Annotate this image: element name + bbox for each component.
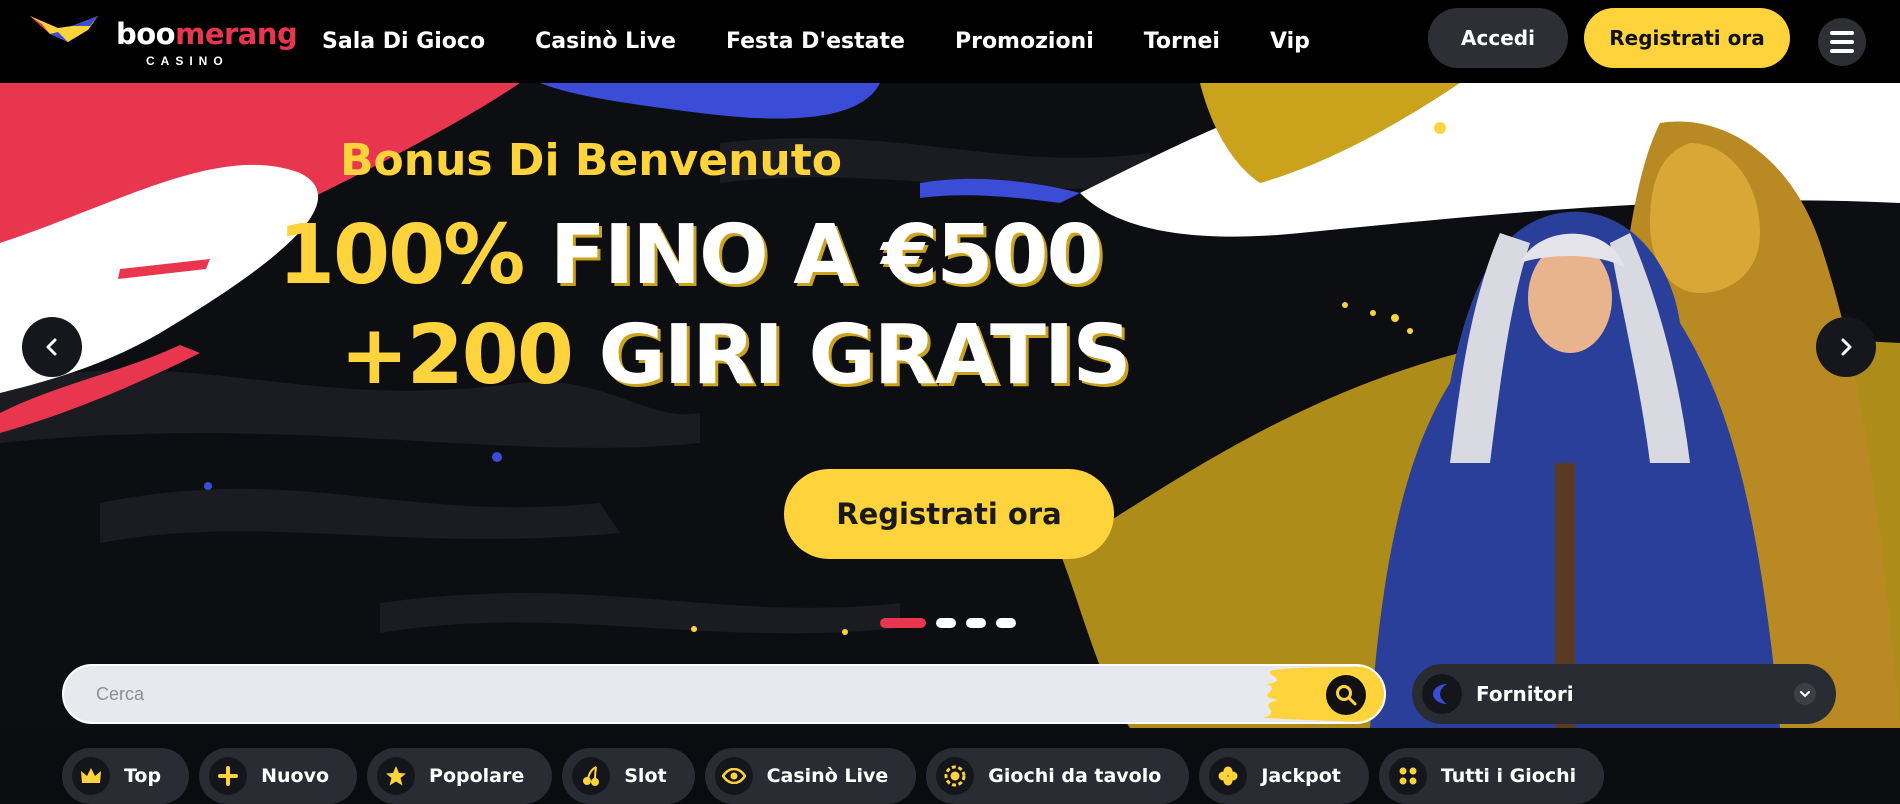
top-header: boomerang CASINO Sala Di Gioco Casinò Li…: [0, 0, 1900, 83]
game-search-bar: [62, 664, 1386, 724]
boomerang-logo-icon: [30, 16, 98, 42]
nav-item-festa-destate[interactable]: Festa D'estate: [726, 29, 905, 54]
category-label: Nuovo: [261, 765, 330, 787]
login-button[interactable]: Accedi: [1428, 8, 1568, 68]
nav-item-casino-live[interactable]: Casinò Live: [535, 29, 676, 54]
category-label: Giochi da tavolo: [988, 765, 1162, 787]
carousel-next-button[interactable]: [1816, 317, 1876, 377]
search-input[interactable]: [64, 666, 1264, 722]
nav-item-promozioni[interactable]: Promozioni: [955, 29, 1094, 54]
category-tabs: Top Nuovo Popolare Slot Casinò Live Gioc…: [62, 748, 1605, 804]
hero-free-spins-label: GIRI GRATIS: [598, 308, 1131, 403]
hero-subtitle: Bonus Di Benvenuto: [340, 135, 842, 186]
cherry-icon: [572, 757, 611, 795]
category-tab-slot[interactable]: Slot: [562, 748, 695, 804]
brand-wordmark-white: boo: [116, 17, 176, 51]
carousel-prev-button[interactable]: [22, 317, 82, 377]
hamburger-icon-bar: [1830, 40, 1854, 44]
hero-banner: Bonus Di Benvenuto 100% FINO A €500 +200…: [0, 83, 1900, 728]
hero-background-art: [0, 83, 1900, 728]
star-icon: [377, 757, 416, 795]
hamburger-menu-button[interactable]: [1818, 18, 1866, 66]
plus-icon: [209, 757, 248, 795]
chevron-right-icon: [1841, 338, 1852, 356]
hero-bonus-percent: 100%: [278, 208, 525, 303]
category-label: Popolare: [429, 765, 525, 787]
category-tab-giochi-da-tavolo[interactable]: Giochi da tavolo: [926, 748, 1190, 804]
category-tab-tutti-i-giochi[interactable]: Tutti i Giochi: [1378, 748, 1605, 804]
brand-wordmark: boomerang: [116, 17, 298, 51]
brand-tagline: CASINO: [146, 54, 229, 68]
category-tab-jackpot[interactable]: Jackpot: [1199, 748, 1369, 804]
brand-logo[interactable]: boomerang CASINO: [28, 12, 298, 70]
providers-dropdown[interactable]: Fornitori: [1412, 664, 1836, 724]
category-tab-casino-live[interactable]: Casinò Live: [704, 748, 917, 804]
carousel-dot-3[interactable]: [966, 618, 986, 628]
grid-dots-icon: [1388, 757, 1427, 795]
category-label: Slot: [624, 765, 667, 787]
category-label: Casinò Live: [766, 765, 889, 787]
carousel-dot-4[interactable]: [996, 618, 1016, 628]
chip-icon: [936, 757, 975, 795]
carousel-pagination: [880, 618, 1016, 628]
chevron-left-icon: [46, 338, 57, 356]
clover-icon: [1209, 757, 1248, 795]
hero-register-button[interactable]: Registrati ora: [784, 469, 1114, 559]
hamburger-icon-bar: [1830, 31, 1854, 35]
category-label: Jackpot: [1261, 765, 1341, 787]
chevron-down-icon: [1794, 683, 1816, 705]
category-tab-top[interactable]: Top: [62, 748, 190, 804]
carousel-dot-1[interactable]: [880, 618, 926, 628]
providers-icon: [1422, 674, 1462, 714]
hero-bonus-amount: FINO A €500: [549, 208, 1104, 303]
eye-icon: [714, 757, 753, 795]
search-button[interactable]: [1326, 675, 1366, 715]
providers-label: Fornitori: [1476, 682, 1574, 706]
hero-headline-line1: 100% FINO A €500: [278, 215, 1104, 297]
nav-item-sala-di-gioco[interactable]: Sala Di Gioco: [322, 29, 485, 54]
category-tab-popolare[interactable]: Popolare: [367, 748, 553, 804]
hamburger-icon-bar: [1830, 49, 1854, 53]
nav-item-vip[interactable]: Vip: [1270, 29, 1310, 54]
main-nav: Sala Di Gioco Casinò Live Festa D'estate…: [322, 0, 1360, 83]
search-icon: [1336, 685, 1357, 706]
crown-icon: [72, 757, 110, 795]
nav-item-tornei[interactable]: Tornei: [1144, 29, 1220, 54]
hero-headline-line2: +200 GIRI GRATIS: [340, 315, 1132, 397]
register-button[interactable]: Registrati ora: [1584, 8, 1790, 68]
category-label: Top: [124, 765, 162, 787]
category-label: Tutti i Giochi: [1440, 765, 1577, 787]
hero-free-spins-count: +200: [340, 308, 574, 403]
category-tab-nuovo[interactable]: Nuovo: [199, 748, 358, 804]
carousel-dot-2[interactable]: [936, 618, 956, 628]
brand-wordmark-red: merang: [175, 17, 298, 51]
